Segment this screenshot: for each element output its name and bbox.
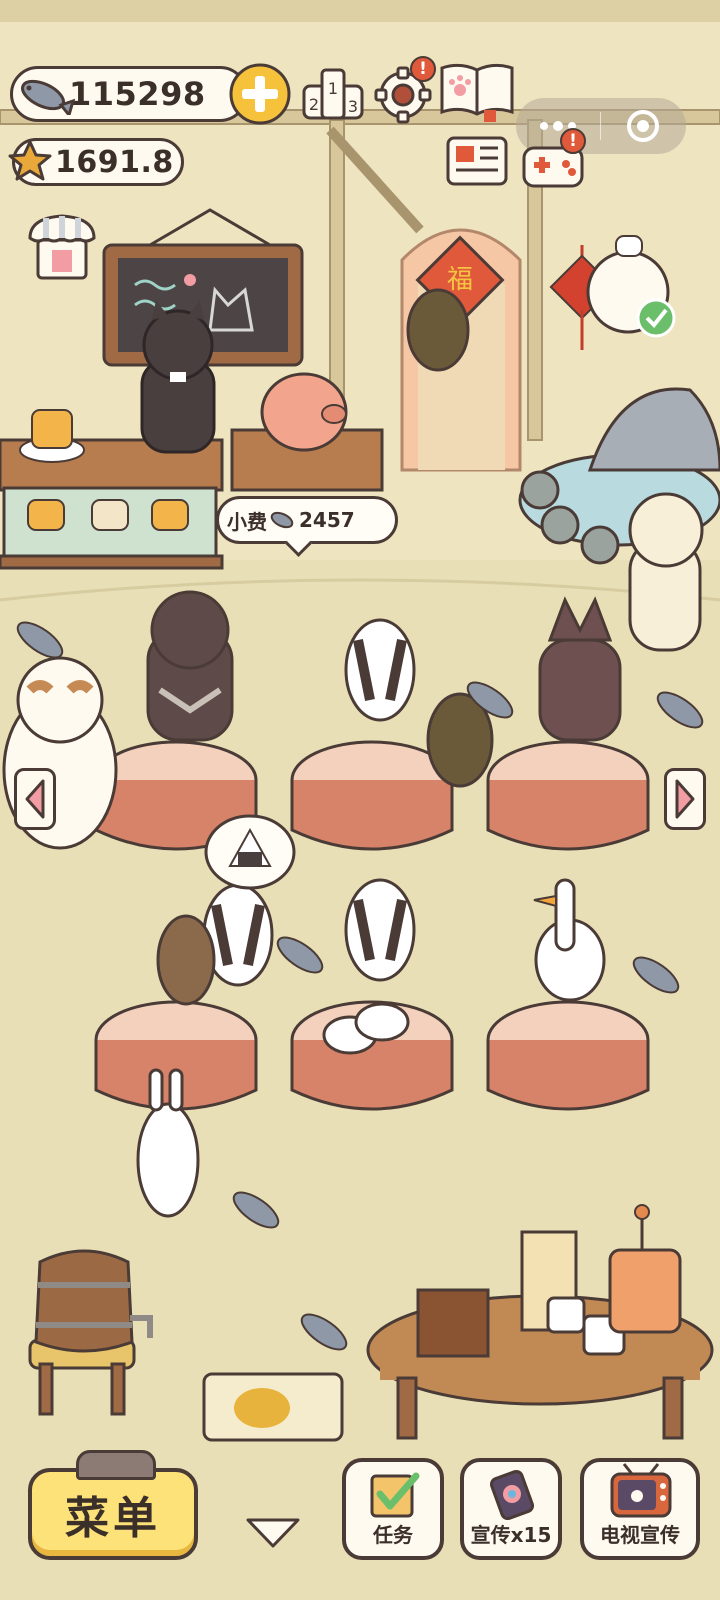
game-scene: 福 115298 1691.8 1 2 3 ! ! 小费 2457 菜单 任务 …: [0, 0, 720, 1600]
newspaper-icon: [446, 136, 508, 186]
chevron-down-icon: [246, 1518, 300, 1548]
plus-icon: [229, 63, 291, 125]
star-currency-pill: 1691.8: [8, 138, 184, 186]
bear-customer: [146, 590, 234, 742]
target-close-icon: [627, 110, 659, 142]
next-area-button[interactable]: [664, 768, 706, 830]
settings-alert-badge: !: [410, 56, 436, 82]
ranking-podium-icon: 1 2 3: [302, 68, 364, 120]
promo-label: 宣传x15: [470, 1523, 552, 1547]
arrow-right-icon: [675, 779, 695, 819]
collapse-button[interactable]: [242, 1512, 304, 1552]
shop-button[interactable]: [26, 210, 98, 284]
tv-promo-label: 电视宣传: [600, 1523, 680, 1547]
paw-book-icon: [440, 63, 514, 122]
fish-currency-pill: 115298: [10, 66, 248, 122]
tasks-button[interactable]: 任务: [342, 1458, 444, 1560]
menu-button[interactable]: 菜单: [28, 1450, 198, 1560]
pig-customer: [260, 372, 348, 452]
minigame-button[interactable]: !: [520, 128, 586, 192]
arrow-left-icon: [25, 779, 45, 819]
gamepad-alert-badge: !: [560, 128, 586, 154]
svg-text:3: 3: [348, 97, 358, 116]
tip-bubble[interactable]: 小费 2457: [216, 496, 398, 544]
settings-button[interactable]: !: [372, 56, 436, 124]
news-button[interactable]: [444, 132, 512, 190]
clipboard-clip: [76, 1450, 156, 1480]
tip-amount: 2457: [299, 508, 355, 532]
svg-text:2: 2: [309, 95, 319, 114]
star-icon: [8, 140, 52, 181]
fish-icon: [21, 79, 75, 115]
fish-icon: [270, 511, 294, 529]
fish-amount: 115298: [69, 75, 206, 113]
tv-icon: [610, 1463, 672, 1518]
ranking-button[interactable]: 1 2 3: [302, 64, 364, 122]
checklist-icon: [370, 1472, 420, 1518]
promo-phone-icon: [489, 1469, 535, 1520]
cat-waiter: [140, 300, 216, 454]
svg-text:福: 福: [447, 265, 473, 295]
tip-label: 小费: [227, 509, 267, 534]
guidebook-button[interactable]: [438, 60, 516, 122]
onigiri-order-bubble: [204, 814, 296, 890]
cat-mat: [202, 1372, 344, 1442]
tasks-label: 任务: [373, 1523, 413, 1547]
previous-area-button[interactable]: [14, 768, 56, 830]
star-amount: 1691.8: [55, 144, 174, 180]
svg-text:1: 1: [328, 79, 338, 98]
cream-cat: [628, 492, 704, 652]
menu-label: 菜单: [65, 1493, 161, 1544]
tv-promo-button[interactable]: 电视宣传: [580, 1458, 700, 1560]
restaurant-background: 福: [0, 0, 720, 1600]
shop-awning-icon: [28, 214, 96, 280]
promo-button[interactable]: 宣传x15: [460, 1458, 562, 1560]
add-currency-button[interactable]: [228, 62, 292, 126]
close-button[interactable]: [601, 98, 685, 154]
